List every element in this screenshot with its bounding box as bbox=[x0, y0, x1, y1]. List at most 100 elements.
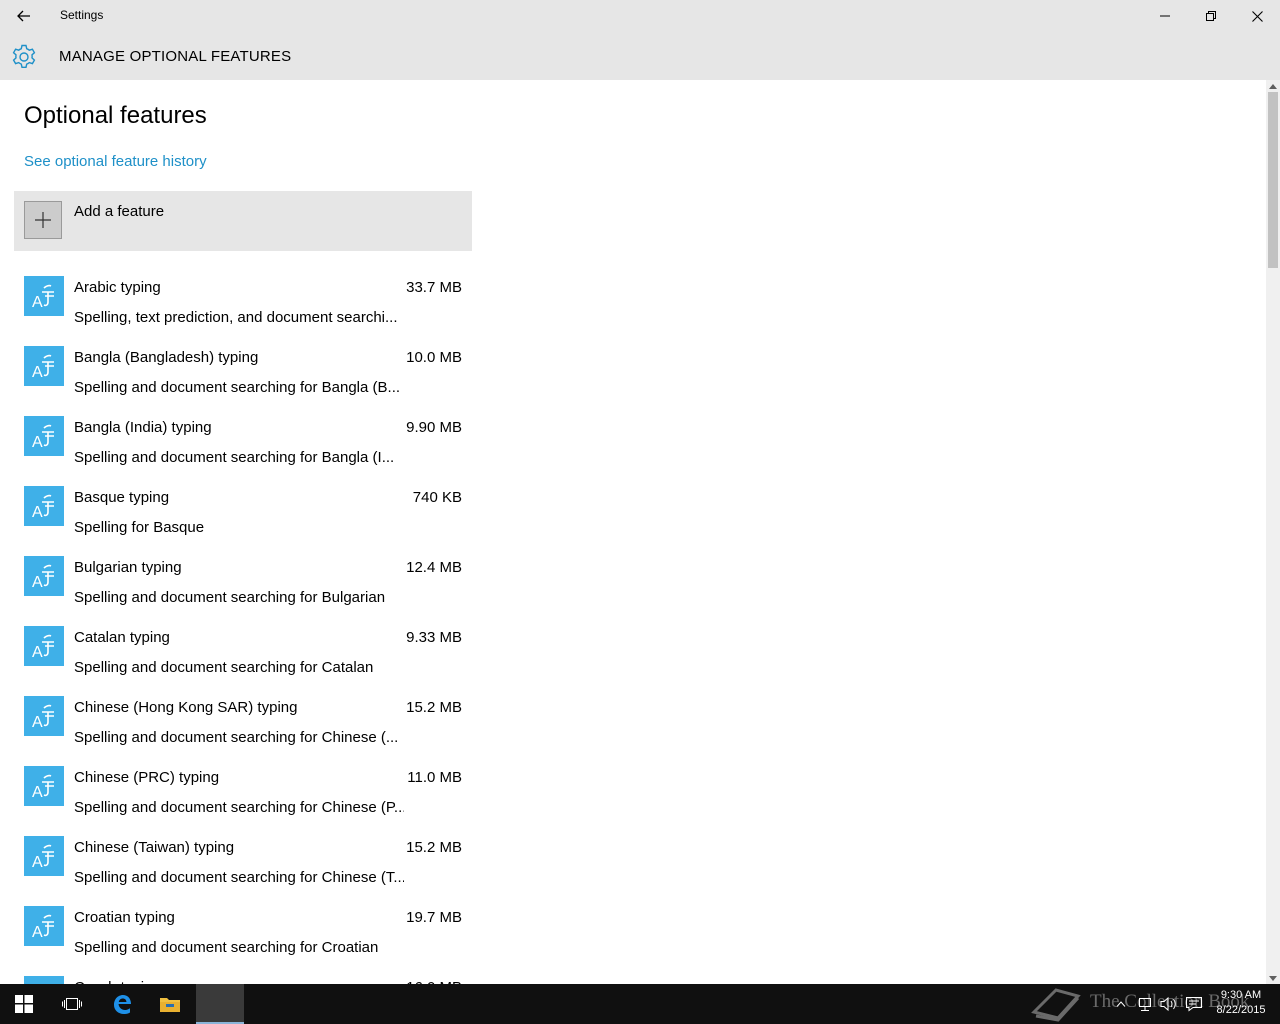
feature-row[interactable]: A Chinese (PRC) typing 11.0 MB Spelling and… bbox=[24, 766, 464, 836]
book-logo-icon bbox=[1031, 988, 1081, 1022]
feature-description: Spelling and document searching for Bang… bbox=[74, 379, 401, 396]
feature-row[interactable]: ACzech typing16.0 MB bbox=[24, 976, 464, 984]
feature-row[interactable]: A Basque typing 740 KB Spelling for Basque bbox=[24, 486, 464, 556]
restore-icon bbox=[1206, 11, 1216, 21]
scrollbar-thumb[interactable] bbox=[1268, 92, 1278, 268]
language-typing-icon: A bbox=[24, 906, 64, 946]
action-center-button[interactable] bbox=[1182, 984, 1206, 1024]
feature-size: 15.2 MB bbox=[406, 839, 462, 856]
clock-date: 8/22/2015 bbox=[1216, 1004, 1266, 1016]
feature-description: Spelling, text prediction, and document … bbox=[74, 309, 398, 326]
feature-size: 9.90 MB bbox=[406, 419, 462, 436]
show-hidden-icons-button[interactable] bbox=[1110, 984, 1132, 1024]
feature-row[interactable]: A Croatian typing 19.7 MB Spelling and docu… bbox=[24, 906, 464, 976]
feature-row[interactable]: A Catalan typing 9.33 MB Spelling and docum… bbox=[24, 626, 464, 696]
feature-name: Bulgarian typing bbox=[74, 559, 182, 576]
task-view-icon bbox=[62, 998, 82, 1010]
settings-taskbar-button[interactable] bbox=[196, 984, 244, 1024]
page-title: Optional features bbox=[24, 102, 207, 129]
back-button[interactable] bbox=[0, 0, 48, 32]
chevron-up-icon bbox=[1116, 1001, 1126, 1007]
language-typing-icon: A bbox=[24, 836, 64, 876]
title-bar: Settings bbox=[0, 0, 1280, 32]
content-area: Optional features See optional feature h… bbox=[0, 80, 1266, 984]
feature-row[interactable]: A Bangla (Bangladesh) typing 10.0 MB Spelli… bbox=[24, 346, 464, 416]
close-button[interactable] bbox=[1234, 0, 1280, 32]
window-title: Settings bbox=[60, 8, 104, 22]
volume-button[interactable] bbox=[1158, 984, 1180, 1024]
feature-size: 740 KB bbox=[412, 489, 462, 506]
task-view-button[interactable] bbox=[48, 984, 96, 1024]
back-arrow-icon bbox=[17, 10, 30, 22]
feature-row[interactable]: A Chinese (Hong Kong SAR) typing 15.2 MB Sp… bbox=[24, 696, 464, 766]
feature-history-link[interactable]: See optional feature history bbox=[24, 153, 207, 170]
system-clock[interactable]: 9:30 AM 8/22/2015 bbox=[1208, 988, 1274, 1018]
feature-size: 10.0 MB bbox=[406, 349, 462, 366]
feature-description: Spelling and document searching for Chin… bbox=[74, 729, 399, 746]
svg-text:A: A bbox=[32, 644, 43, 661]
add-feature-button[interactable]: Add a feature bbox=[14, 191, 472, 251]
header-title: MANAGE OPTIONAL FEATURES bbox=[59, 48, 292, 65]
feature-size: 12.4 MB bbox=[406, 559, 462, 576]
vertical-scrollbar[interactable] bbox=[1266, 80, 1280, 984]
language-typing-icon: A bbox=[24, 276, 64, 316]
close-icon bbox=[1251, 10, 1263, 22]
feature-row[interactable]: A Bulgarian typing 12.4 MB Spelling and doc… bbox=[24, 556, 464, 626]
notification-icon bbox=[1186, 997, 1202, 1012]
scroll-up-arrow-icon[interactable] bbox=[1266, 80, 1280, 92]
language-typing-icon: A bbox=[24, 976, 64, 984]
settings-app-icon bbox=[216, 999, 224, 1007]
feature-name: Chinese (Hong Kong SAR) typing bbox=[74, 699, 298, 716]
feature-name: Bangla (India) typing bbox=[74, 419, 212, 436]
feature-name: Chinese (Taiwan) typing bbox=[74, 839, 235, 856]
language-typing-icon: A bbox=[24, 486, 64, 526]
svg-text:A: A bbox=[32, 434, 43, 451]
page-header: MANAGE OPTIONAL FEATURES bbox=[0, 32, 1280, 80]
language-typing-icon: A bbox=[24, 346, 64, 386]
feature-size: 9.33 MB bbox=[406, 629, 462, 646]
feature-size: 19.7 MB bbox=[406, 909, 462, 926]
svg-text:A: A bbox=[32, 294, 43, 311]
feature-size: 33.7 MB bbox=[406, 279, 462, 296]
network-button[interactable] bbox=[1134, 984, 1156, 1024]
feature-name: Bangla (Bangladesh) typing bbox=[74, 349, 259, 366]
feature-row[interactable]: A Arabic typing 33.7 MB Spelling, text pred… bbox=[24, 276, 464, 346]
restore-button[interactable] bbox=[1188, 0, 1234, 32]
feature-name: Croatian typing bbox=[74, 909, 175, 926]
feature-description: Spelling and document searching for Cata… bbox=[74, 659, 374, 676]
svg-text:A: A bbox=[32, 714, 43, 731]
feature-size: 15.2 MB bbox=[406, 699, 462, 716]
network-icon bbox=[1139, 998, 1151, 1011]
edge-icon bbox=[114, 995, 131, 1014]
windows-logo-icon bbox=[15, 995, 33, 1013]
minimize-button[interactable] bbox=[1142, 0, 1188, 32]
feature-name: Catalan typing bbox=[74, 629, 170, 646]
gear-icon bbox=[12, 44, 36, 68]
svg-text:A: A bbox=[32, 854, 43, 871]
feature-row[interactable]: A Chinese (Taiwan) typing 15.2 MB Spelling … bbox=[24, 836, 464, 906]
svg-text:A: A bbox=[32, 504, 43, 521]
clock-time: 9:30 AM bbox=[1220, 989, 1262, 1001]
edge-browser-button[interactable] bbox=[98, 984, 146, 1024]
scroll-down-arrow-icon[interactable] bbox=[1266, 972, 1280, 984]
file-explorer-button[interactable] bbox=[146, 984, 194, 1024]
language-typing-icon: A bbox=[24, 416, 64, 456]
svg-text:A: A bbox=[32, 364, 43, 381]
feature-row[interactable]: A Bangla (India) typing 9.90 MB Spelling an… bbox=[24, 416, 464, 486]
feature-name: Chinese (PRC) typing bbox=[74, 769, 220, 786]
plus-icon bbox=[24, 201, 62, 239]
feature-description: Spelling and document searching for Chin… bbox=[74, 869, 404, 886]
language-typing-icon: A bbox=[24, 626, 64, 666]
start-button[interactable] bbox=[0, 984, 48, 1024]
feature-name: Basque typing bbox=[74, 489, 170, 506]
language-typing-icon: A bbox=[24, 696, 64, 736]
feature-description: Spelling and document searching for Croa… bbox=[74, 939, 379, 956]
feature-list: A Arabic typing 33.7 MB Spelling, text pred… bbox=[24, 276, 464, 984]
svg-text:A: A bbox=[32, 574, 43, 591]
feature-description: Spelling and document searching for Bulg… bbox=[74, 589, 386, 606]
taskbar: The Collection Book 9:30 AM 8/22/2015 bbox=[0, 984, 1280, 1024]
feature-description: Spelling for Basque bbox=[74, 519, 205, 536]
speaker-icon bbox=[1160, 996, 1176, 1012]
language-typing-icon: A bbox=[24, 766, 64, 806]
settings-window: Settings MANAGE OPTIONAL FEATURES Option… bbox=[0, 0, 1280, 984]
